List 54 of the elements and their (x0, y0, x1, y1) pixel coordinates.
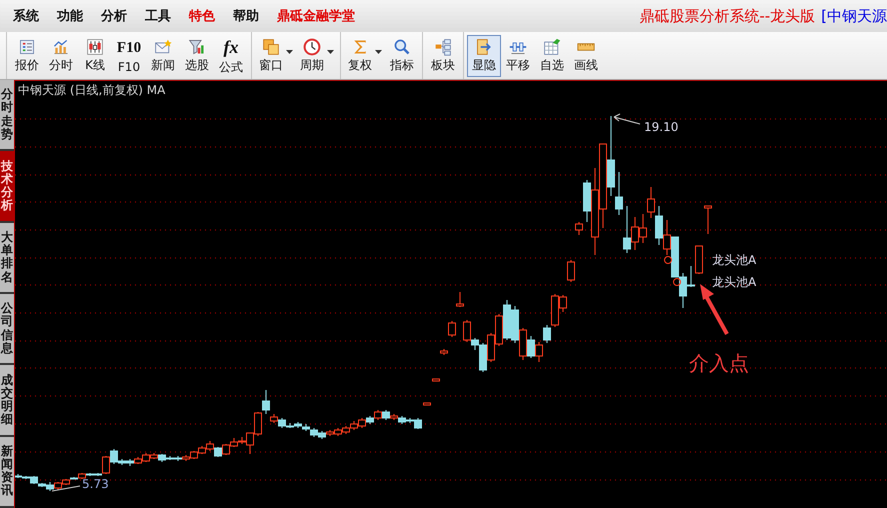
toolbar-button[interactable]: F10 F10 (112, 34, 146, 76)
toolbar-button[interactable]: 指标 (385, 34, 419, 76)
side-tab[interactable]: 新闻资讯 (0, 436, 14, 508)
f10-icon: F10 (116, 37, 142, 59)
toolbar-icon (260, 38, 282, 56)
toolbar-button[interactable]: 报价 (10, 34, 44, 76)
candlestick (704, 206, 712, 234)
toolbar-icon (152, 38, 174, 56)
leader-line (614, 114, 640, 124)
toolbar-button[interactable]: 平移 (501, 34, 535, 76)
toolbar-button[interactable]: 周期 (296, 34, 337, 76)
stock-name: [中钢天源 (821, 6, 887, 26)
low-price-label: 5.73 (82, 477, 109, 491)
candlestick (567, 260, 575, 282)
toolbar-button[interactable]: K线 (78, 34, 112, 76)
side-tab[interactable]: 技术分析 (0, 151, 14, 223)
candlestick (448, 320, 456, 338)
menu-item[interactable]: 功能 (48, 7, 92, 25)
menu-item[interactable]: 特色 (180, 7, 224, 25)
high-price-label: 19.10 (644, 120, 678, 134)
side-tab[interactable]: 分时走势 (0, 80, 14, 152)
candlestick (456, 292, 464, 308)
toolbar-icon (541, 38, 563, 56)
signal-label: 龙头池A (712, 275, 756, 289)
menu-item[interactable]: 系统 (4, 7, 48, 25)
side-tab[interactable]: 公司信息 (0, 294, 14, 366)
toolbar-icon (301, 38, 323, 56)
formula-icon: fx (224, 36, 238, 58)
toolbar-button[interactable]: 画线 (569, 34, 603, 76)
candlestick (423, 402, 431, 406)
leader-line (52, 486, 80, 492)
candlestick (432, 378, 440, 382)
toolbar-button[interactable]: 显隐 (467, 34, 501, 76)
toolbar-button[interactable]: fx 公式 (214, 34, 248, 76)
toolbar-button[interactable]: 选股 (180, 34, 214, 76)
chart-title: 中钢天源 (日线,前复权) MA (18, 82, 166, 99)
signal-label: 龙头池A (712, 253, 756, 267)
signal-marker-icon (673, 278, 681, 286)
toolbar-icon (84, 38, 106, 56)
menu-item[interactable]: 分析 (92, 7, 136, 25)
toolbar-button[interactable]: 板块 (426, 34, 460, 76)
toolbar-button[interactable]: 自选 (535, 34, 569, 76)
side-tab[interactable]: 成交明细 (0, 365, 14, 437)
menu-item[interactable]: 工具 (136, 7, 180, 25)
signal-marker-icon (664, 256, 672, 264)
annotation-label: 介入点 (689, 351, 749, 375)
toolbar-button[interactable]: 分时 (44, 34, 78, 76)
toolbar-button[interactable]: 复权 (344, 34, 385, 76)
side-tab[interactable]: 大单排名 (0, 222, 14, 294)
menu-item[interactable]: 帮助 (224, 7, 268, 25)
app-title: 鼎砥股票分析系统--龙头版 (639, 6, 816, 26)
menu-item[interactable]: 鼎砥金融学堂 (268, 7, 364, 25)
toolbar-button[interactable]: 窗口 (255, 34, 296, 76)
toolbar-button[interactable]: 新闻 (146, 34, 180, 76)
